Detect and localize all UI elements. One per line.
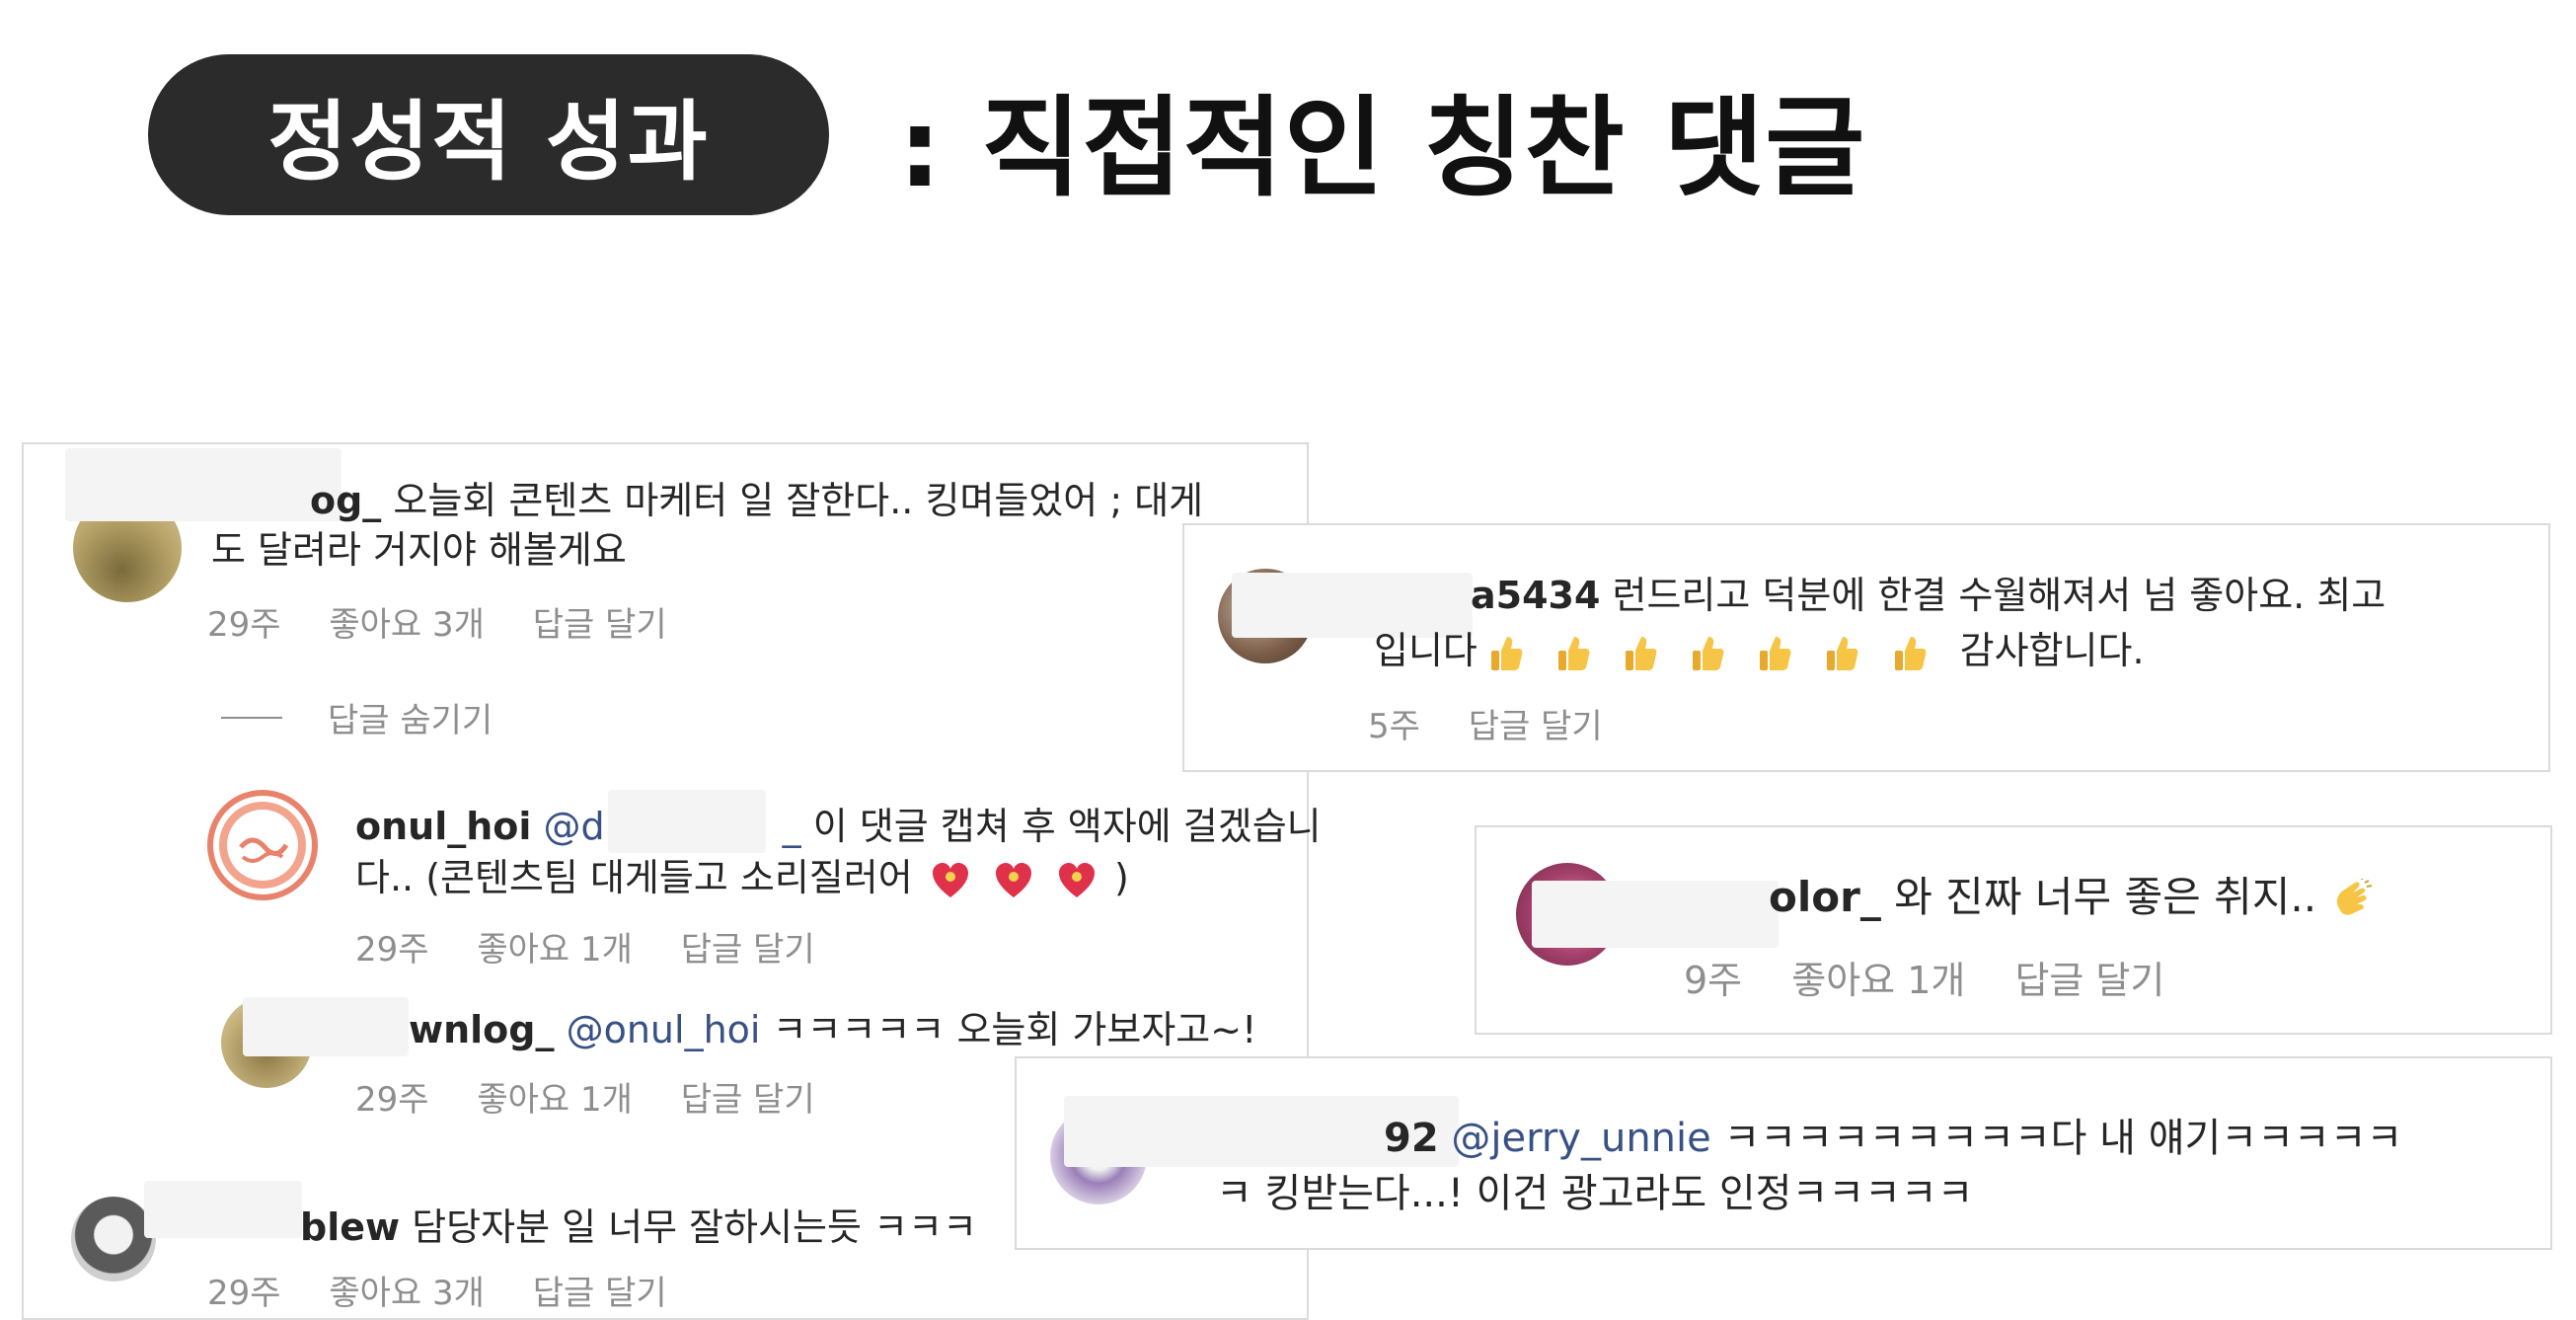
comment-line: 와 진짜 너무 좋은 취지.. bbox=[1894, 873, 2317, 921]
comment-panel-right-2: olor_ 와 진짜 너무 좋은 취지.. 9주 좋아요 1개 답글 달기 bbox=[1475, 825, 2552, 1035]
redacted-username bbox=[1532, 881, 1779, 948]
comment-text: 다.. (콘텐츠팀 대게들고 소리질러어 ) bbox=[355, 851, 1129, 904]
comment-text: 입니다 감사합니다. bbox=[1374, 624, 2145, 677]
mention-link[interactable]: @onul_hoi bbox=[567, 1008, 761, 1051]
hide-replies-toggle[interactable]: 답글 숨기기 bbox=[221, 693, 492, 741]
comment-line: 런드리고 덕분에 한결 수월해져서 넘 좋아요. 최고 bbox=[1612, 574, 2387, 617]
comment-meta: 29주 좋아요 1개 답글 달기 bbox=[355, 1072, 853, 1121]
redacted-username bbox=[144, 1181, 302, 1238]
username[interactable]: onul_hoi bbox=[355, 805, 531, 848]
username[interactable]: wnlog_ bbox=[409, 1008, 555, 1051]
comment-text: og_ 오늘회 콘텐츠 마케터 일 잘한다.. 킹며들었어 ; 대게 bbox=[211, 474, 1203, 527]
reply-button[interactable]: 답글 달기 bbox=[533, 1274, 667, 1313]
thumbs-up-icon bbox=[1827, 636, 1858, 670]
likes-count[interactable]: 좋아요 1개 bbox=[477, 930, 633, 970]
comment-text: blew 담당자분 일 너무 잘하시는듯 ㅋㅋㅋ bbox=[300, 1201, 977, 1254]
comment-text: 92 @jerry_unnie ㅋㅋㅋㅋㅋㅋㅋㅋㅋ다 내 얘기ㅋㅋㅋㅋㅋ bbox=[1384, 1112, 2402, 1165]
comment-time[interactable]: 29주 bbox=[207, 605, 281, 645]
username[interactable]: blew bbox=[300, 1205, 400, 1249]
username[interactable]: og_ bbox=[310, 479, 381, 522]
comment-time[interactable]: 29주 bbox=[355, 1080, 429, 1120]
comment-meta: 29주 좋아요 3개 답글 달기 bbox=[207, 597, 705, 646]
section-badge: 정성적 성과 bbox=[148, 54, 829, 215]
thumbs-up-icon bbox=[1693, 636, 1724, 670]
comment-time[interactable]: 5주 bbox=[1368, 707, 1420, 746]
comment-time[interactable]: 29주 bbox=[207, 1274, 281, 1313]
mention-link[interactable]: @d bbox=[544, 805, 605, 848]
comment-line-end: ) bbox=[1114, 856, 1129, 899]
comment-line: 도 달려라 거지야 해볼게요 bbox=[211, 528, 627, 572]
comment-line: 입니다 bbox=[1374, 629, 1477, 672]
username[interactable]: olor_ bbox=[1769, 873, 1881, 921]
heart-icon bbox=[1058, 862, 1095, 897]
likes-count[interactable]: 좋아요 1개 bbox=[477, 1080, 633, 1120]
username[interactable]: 92 bbox=[1384, 1116, 1439, 1161]
comment-meta: 29주 좋아요 1개 답글 달기 bbox=[355, 922, 853, 971]
reply-button[interactable]: 답글 달기 bbox=[681, 1080, 815, 1120]
comment-text: onul_hoi @d _ 이 댓글 캡쳐 후 액자에 걸겠습니 bbox=[355, 800, 1322, 853]
comment-text: wnlog_ @onul_hoi ㅋㅋㅋㅋㅋ 오늘회 가보자고~! bbox=[409, 1003, 1256, 1056]
reply-button[interactable]: 답글 달기 bbox=[533, 605, 667, 645]
reply-button[interactable]: 답글 달기 bbox=[681, 930, 815, 970]
heart-icon bbox=[932, 862, 968, 897]
thumbs-up-icon bbox=[1894, 636, 1926, 670]
divider bbox=[221, 716, 282, 719]
comment-line: ㅋㅋㅋㅋㅋㅋㅋㅋㅋ다 내 얘기ㅋㅋㅋㅋㅋ bbox=[1723, 1116, 2403, 1161]
likes-count[interactable]: 좋아요 3개 bbox=[329, 1274, 485, 1313]
comment-line: 담당자분 일 너무 잘하시는듯 ㅋㅋㅋ bbox=[412, 1205, 977, 1249]
comment-line: ㅋㅋㅋㅋㅋ 오늘회 가보자고~! bbox=[772, 1008, 1257, 1051]
likes-count[interactable]: 좋아요 3개 bbox=[329, 605, 485, 645]
thumbs-up-icon bbox=[1558, 636, 1590, 670]
thumbs-up-icon bbox=[1626, 636, 1657, 670]
username[interactable]: a5434 bbox=[1471, 574, 1600, 617]
thumbs-up-icon bbox=[1760, 636, 1791, 670]
comment-text: a5434 런드리고 덕분에 한결 수월해져서 넘 좋아요. 최고 bbox=[1471, 569, 2386, 622]
comment-panel-right-3: 92 @jerry_unnie ㅋㅋㅋㅋㅋㅋㅋㅋㅋ다 내 얘기ㅋㅋㅋㅋㅋ ㅋ 킹… bbox=[1015, 1056, 2552, 1250]
likes-count[interactable]: 좋아요 1개 bbox=[1791, 959, 1965, 1002]
brand-avatar[interactable] bbox=[207, 790, 318, 900]
thumbs-up-icon bbox=[1490, 636, 1523, 670]
comment-meta: 5주 답글 달기 bbox=[1368, 699, 1640, 747]
logo-icon bbox=[219, 802, 306, 889]
comment-time[interactable]: 9주 bbox=[1684, 959, 1742, 1002]
comment-line: 오늘회 콘텐츠 마케터 일 잘한다.. 킹며들었어 ; 대게 bbox=[393, 479, 1204, 522]
page-title: : 직접적인 칭찬 댓글 bbox=[898, 85, 1866, 211]
comment-time[interactable]: 29주 bbox=[355, 930, 429, 970]
mention-tail: _ bbox=[782, 805, 801, 848]
reply-button[interactable]: 답글 달기 bbox=[2014, 959, 2164, 1002]
redacted-username bbox=[243, 997, 409, 1056]
comment-line: 다.. (콘텐츠팀 대게들고 소리질러어 bbox=[355, 856, 913, 899]
comment-line: 감사합니다. bbox=[1959, 629, 2145, 672]
comment-meta: 9주 좋아요 1개 답글 달기 bbox=[1684, 950, 2202, 1004]
heart-icon bbox=[995, 862, 1031, 897]
comment-text: olor_ 와 진짜 너무 좋은 취지.. bbox=[1769, 871, 2373, 924]
mention-link[interactable]: @jerry_unnie bbox=[1451, 1116, 1710, 1161]
comment-line: 이 댓글 캡쳐 후 액자에 걸겠습니 bbox=[812, 805, 1322, 848]
clap-icon bbox=[2337, 878, 2373, 915]
reply-button[interactable]: 답글 달기 bbox=[1469, 707, 1603, 746]
hide-replies-label[interactable]: 답글 숨기기 bbox=[328, 693, 492, 741]
redacted-mention bbox=[608, 790, 766, 853]
comment-line: ㅋ 킹받는다...! 이건 광고라도 인정ㅋㅋㅋㅋㅋ bbox=[1216, 1171, 1974, 1216]
comment-meta: 29주 좋아요 3개 답글 달기 bbox=[207, 1266, 705, 1314]
comment-panel-right-1: a5434 런드리고 덕분에 한결 수월해져서 넘 좋아요. 최고 입니다 감사… bbox=[1182, 523, 2550, 772]
section-badge-label: 정성적 성과 bbox=[267, 91, 710, 193]
